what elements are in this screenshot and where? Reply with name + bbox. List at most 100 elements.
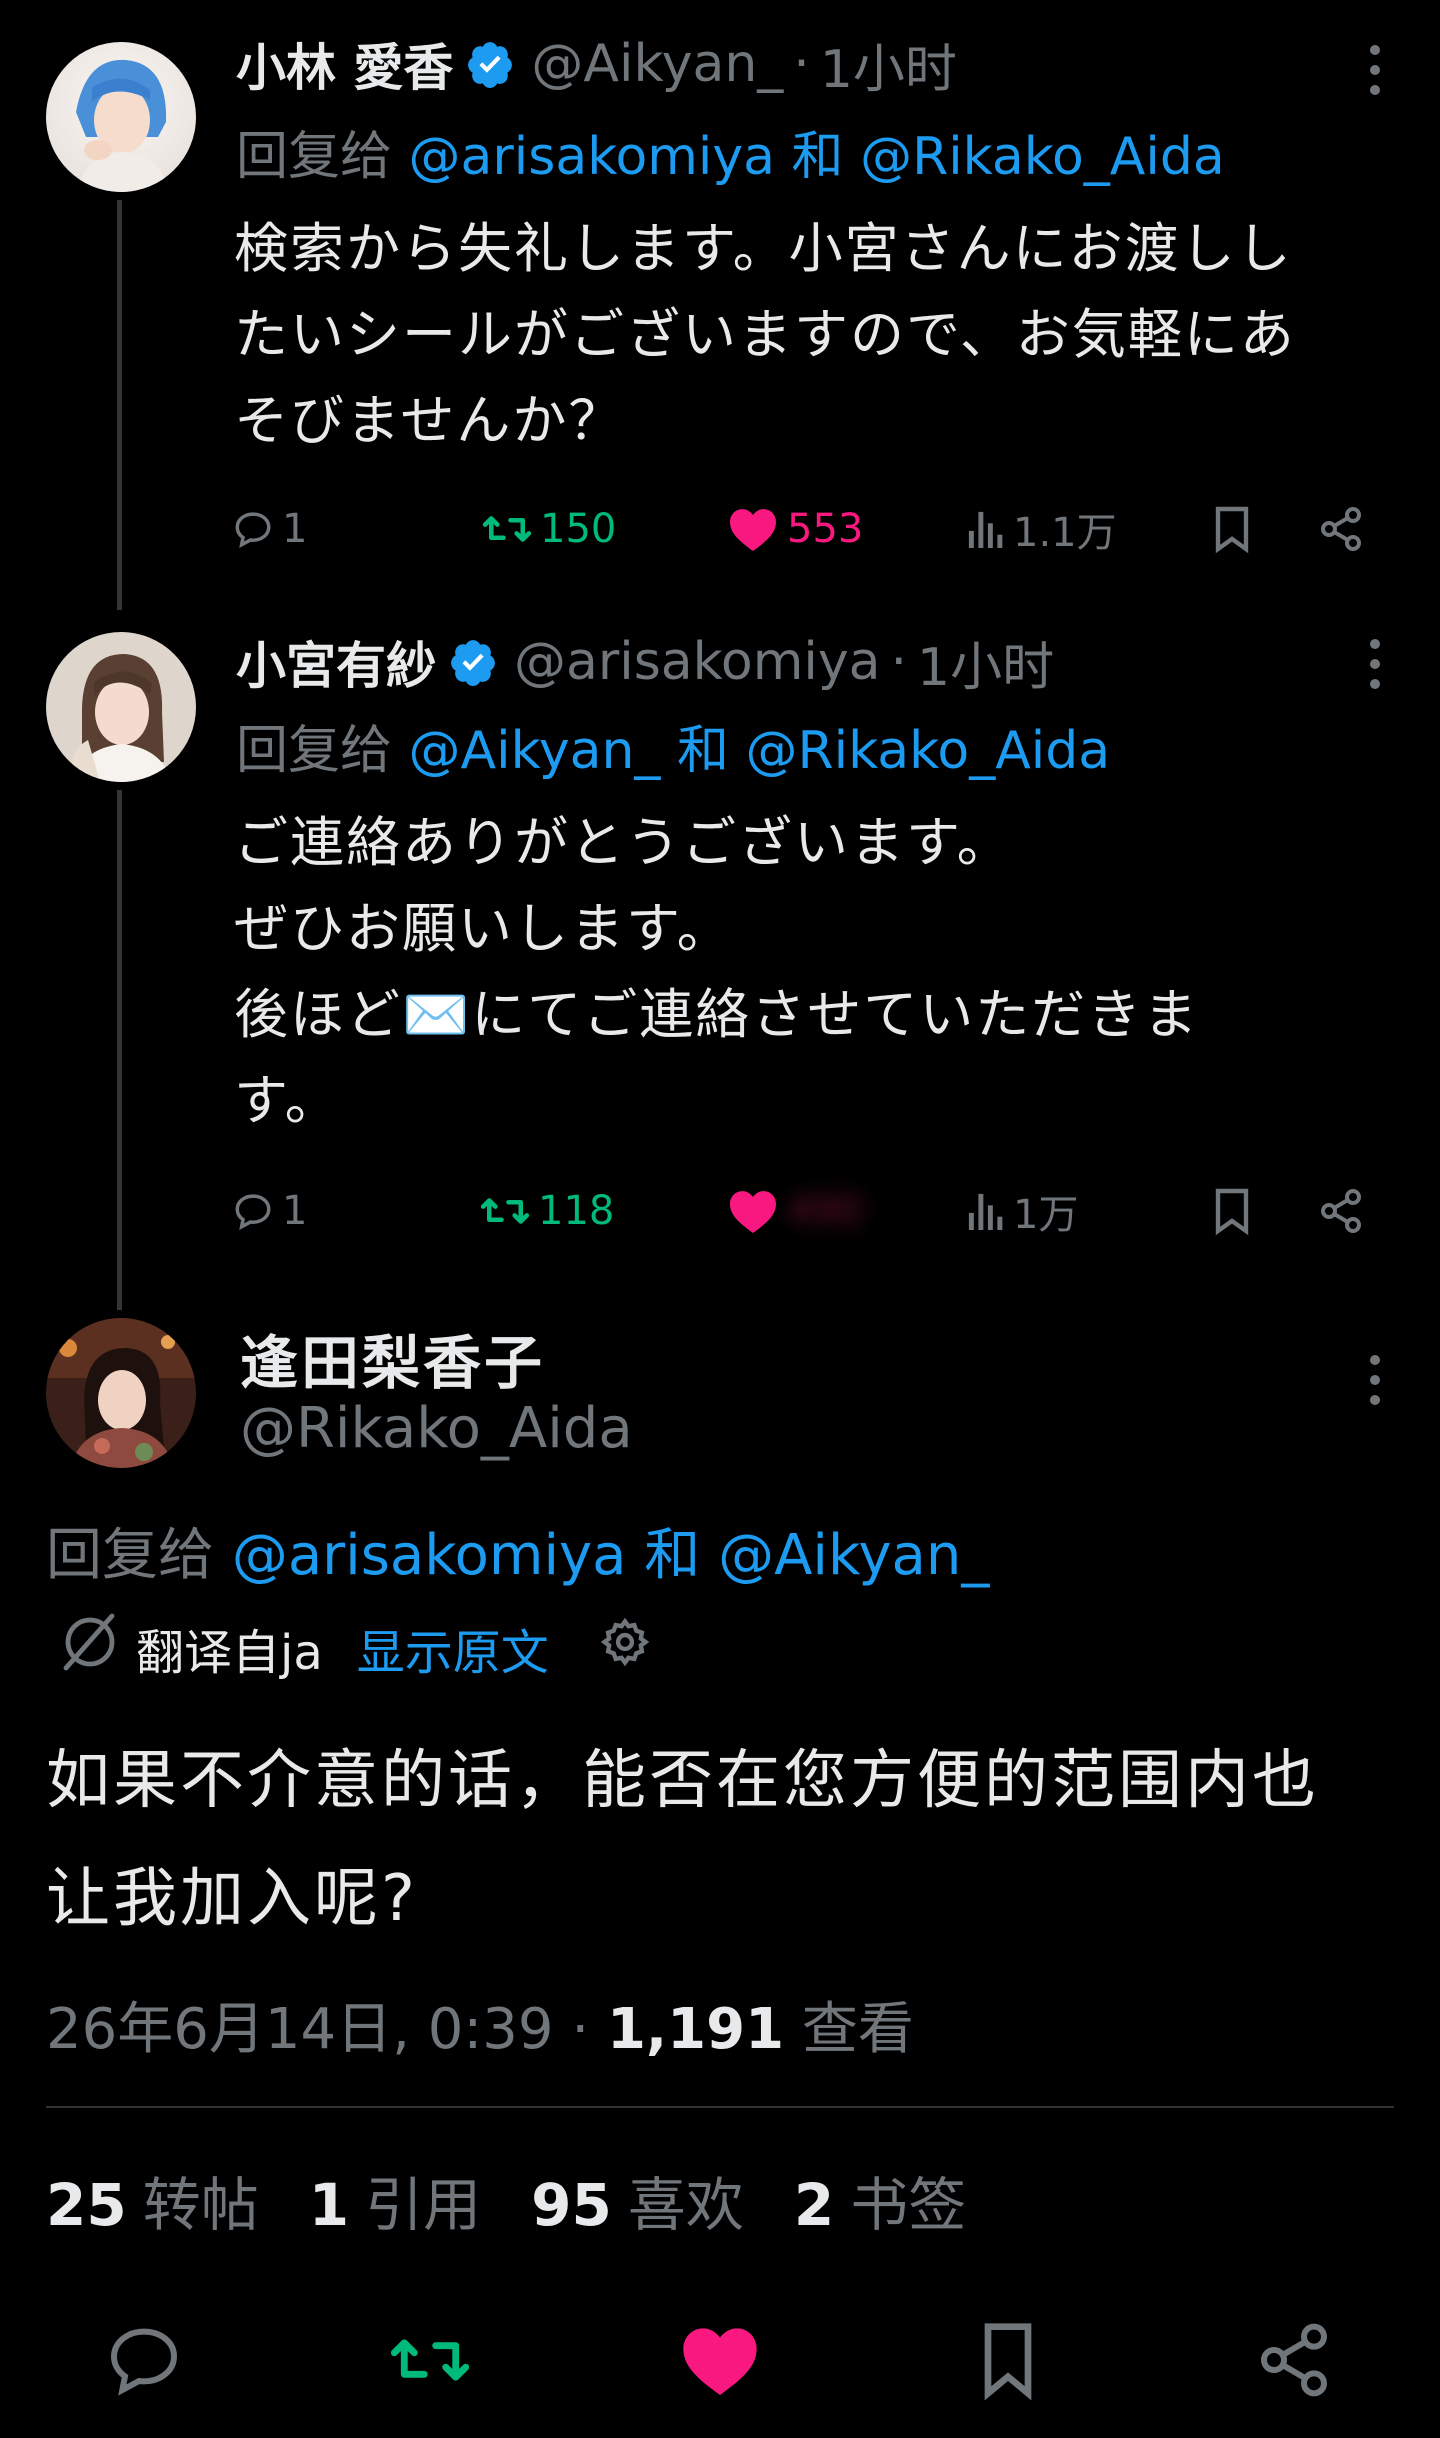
more-options-icon[interactable] [1360, 636, 1390, 692]
stat-number: 25 [46, 2171, 127, 2239]
views-count: 1,191 [606, 1997, 785, 2062]
stat-bookmarks[interactable]: 2 书签 [794, 2158, 966, 2242]
gear-icon[interactable] [599, 1616, 651, 1680]
mention-link[interactable]: @Rikako_Aida [860, 127, 1225, 187]
verified-badge-icon [448, 637, 498, 687]
thread-line [117, 200, 122, 610]
action-bar: 1 150 553 1.1万 [232, 494, 1382, 564]
replying-to: 回复给 @arisakomiya 和 @Aikyan_ [46, 1510, 989, 1591]
timestamp[interactable]: 1小时 [820, 27, 957, 102]
mention-link[interactable]: @Aikyan_ [718, 1523, 989, 1588]
retweet-count: 150 [540, 506, 617, 552]
timestamp[interactable]: 26年6月14日, 0:39 [46, 1997, 554, 2062]
mention-link[interactable]: @arisakomiya [409, 127, 775, 187]
avatar-arisakomiya[interactable] [46, 632, 196, 782]
retweet-button[interactable] [390, 2320, 470, 2400]
stat-label: 引用 [365, 2171, 482, 2239]
share-button[interactable] [1254, 2320, 1334, 2400]
retweet-button[interactable]: 150 [482, 494, 616, 564]
handle[interactable]: @Aikyan_ [531, 34, 783, 94]
bar-chart-icon [967, 508, 1005, 550]
replying-to: 回复给 @Aikyan_ 和 @Rikako_Aida [236, 708, 1110, 783]
like-button[interactable]: 553 [727, 494, 863, 564]
heart-icon [727, 506, 779, 552]
like-count: 490 [787, 1188, 864, 1234]
retweet-icon [390, 2320, 470, 2400]
reply-button[interactable]: 1 [232, 494, 307, 564]
heart-icon [680, 2320, 760, 2400]
reply-count: 1 [282, 1188, 308, 1234]
handle[interactable]: @Rikako_Aida [240, 1396, 633, 1461]
tweet-header: 小林 愛香 @Aikyan_ · 1小时 [236, 32, 957, 100]
reply-icon [232, 1190, 274, 1232]
stat-likes[interactable]: 95 喜欢 [531, 2158, 744, 2242]
verified-badge-icon [465, 39, 515, 89]
timestamp[interactable]: 1小时 [917, 625, 1054, 700]
reply-prefix: 回复给 [236, 127, 393, 187]
reply-button[interactable]: 1 [232, 1176, 307, 1246]
more-options-icon[interactable] [1360, 42, 1390, 98]
separator: · [793, 34, 810, 94]
bookmark-button[interactable] [1212, 494, 1252, 564]
main-action-bar [0, 2310, 1440, 2410]
handle[interactable]: @arisakomiya [514, 632, 880, 692]
mention-link[interactable]: @Rikako_Aida [746, 721, 1111, 781]
show-original-link[interactable]: 显示原文 [357, 1613, 549, 1683]
mention-link[interactable]: @arisakomiya [232, 1523, 627, 1588]
retweet-button[interactable]: 118 [480, 1176, 614, 1246]
share-button[interactable] [1317, 494, 1365, 564]
tweet-text: 検索から失礼します。小宮さんにお渡しし たいシールがございますので、お気軽にあ … [234, 217, 1296, 452]
bookmark-icon [968, 2320, 1048, 2400]
stat-label: 书签 [850, 2171, 967, 2239]
bar-chart-icon [967, 1190, 1005, 1232]
reply-and: 和 [644, 1523, 701, 1588]
views-count: 1.1万 [1013, 510, 1117, 556]
reply-prefix: 回复给 [236, 721, 393, 781]
engagement-stats: 25 转帖 1 引用 95 喜欢 2 书签 [46, 2158, 1016, 2242]
heart-icon [727, 1188, 779, 1234]
reply-button[interactable] [104, 2320, 184, 2400]
stat-quotes[interactable]: 1 引用 [309, 2158, 481, 2242]
share-icon [1317, 1187, 1365, 1235]
like-button[interactable] [680, 2320, 760, 2400]
stat-number: 2 [793, 2171, 835, 2239]
reply-count: 1 [282, 506, 308, 552]
display-name[interactable]: 逢田梨香子 [240, 1316, 545, 1400]
avatar-rikako-aida[interactable] [46, 1318, 196, 1468]
translate-icon [58, 1610, 122, 1686]
translated-from-label: 翻译自ja [136, 1625, 323, 1681]
tweet-header: 小宮有紗 @arisakomiya · 1小时 [236, 630, 1054, 698]
avatar-aikyan[interactable] [46, 42, 196, 192]
reply-and: 和 [676, 721, 729, 781]
like-button[interactable]: 490 [727, 1176, 863, 1246]
stat-label: 喜欢 [627, 2171, 744, 2239]
stat-number: 1 [308, 2171, 350, 2239]
stat-number: 95 [531, 2171, 612, 2239]
views-button[interactable]: 1.1万 [967, 494, 1117, 564]
action-bar: 1 118 490 1万 [232, 1176, 1382, 1246]
more-options-icon[interactable] [1360, 1352, 1390, 1408]
display-name[interactable]: 小宮有紗 [236, 626, 436, 698]
bookmark-button[interactable] [968, 2320, 1048, 2400]
separator: · [890, 632, 907, 692]
separator: · [571, 1997, 590, 2062]
thread-line [117, 790, 122, 1310]
retweet-icon [482, 508, 532, 550]
retweet-icon [480, 1190, 530, 1232]
display-name[interactable]: 小林 愛香 [236, 28, 453, 100]
stat-reposts[interactable]: 25 转帖 [46, 2158, 259, 2242]
like-count: 553 [787, 506, 864, 552]
tweet-text: ご連絡ありがとうございます。 ぜひお願いします。 後ほど✉️にてご連絡させていた… [234, 811, 1200, 1132]
reply-icon [104, 2320, 184, 2400]
tweet-meta: 26年6月14日, 0:39 · 1,191 查看 [46, 1984, 914, 2065]
reply-and: 和 [791, 127, 844, 187]
bookmark-icon [1212, 504, 1252, 554]
share-button[interactable] [1317, 1176, 1365, 1246]
views-label: 查看 [801, 1997, 914, 2062]
bookmark-icon [1212, 1186, 1252, 1236]
retweet-count: 118 [538, 1188, 615, 1234]
views-button[interactable]: 1万 [967, 1176, 1078, 1246]
stat-label: 转帖 [142, 2171, 259, 2239]
bookmark-button[interactable] [1212, 1176, 1252, 1246]
mention-link[interactable]: @Aikyan_ [409, 721, 661, 781]
